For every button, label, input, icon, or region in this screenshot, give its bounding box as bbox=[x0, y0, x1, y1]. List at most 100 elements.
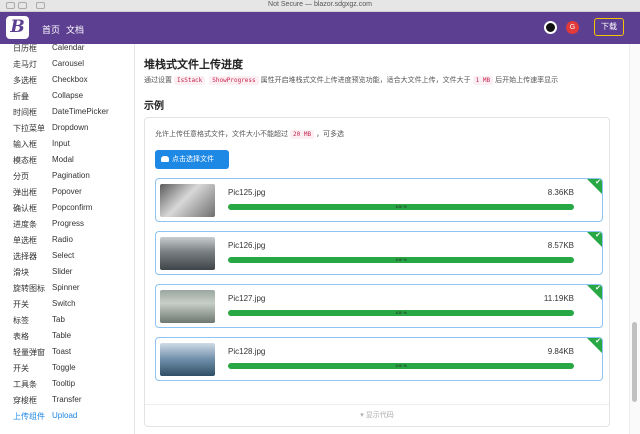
file-thumbnail bbox=[160, 343, 215, 376]
sidebar-item-label: 标签 bbox=[13, 316, 29, 325]
sidebar-item[interactable]: 进度条 Progress bbox=[0, 216, 135, 232]
sidebar-item-label: 工具条 bbox=[13, 380, 37, 389]
page-title: 堆栈式文件上传进度 bbox=[144, 59, 243, 71]
sidebar-item-label-en: Popconfirm bbox=[52, 203, 93, 212]
sidebar-item[interactable]: 折叠 Collapse bbox=[0, 88, 135, 104]
desc-text: 通过设置 bbox=[144, 77, 172, 84]
gitee-icon[interactable]: G bbox=[566, 21, 579, 34]
file-name: Pic127.jpg bbox=[228, 294, 266, 303]
sidebar: 日历框 Calendar 走马灯 Carousel 多选框 Checkbox 折叠 Colla… bbox=[0, 43, 135, 434]
sidebar-item-label: 多选框 bbox=[13, 76, 37, 85]
check-icon: ✔ bbox=[595, 285, 601, 292]
select-file-button[interactable]: 点击选择文件 bbox=[155, 150, 229, 169]
show-code-label: 显示代码 bbox=[365, 412, 394, 419]
address-bar[interactable]: Not Secure — blazor.sdgxgz.com bbox=[0, 1, 640, 8]
progress-text: 100 % bbox=[395, 363, 407, 368]
nav-docs-link[interactable]: 文档 bbox=[66, 23, 84, 36]
sidebar-item-label-en: Toggle bbox=[52, 363, 76, 372]
sidebar-item-label-en: Slider bbox=[52, 267, 73, 276]
sidebar-item-label: 输入框 bbox=[13, 140, 37, 149]
upload-file-item: Pic128.jpg 9.84KB 100 % ✔ bbox=[155, 337, 603, 381]
sidebar-item-label: 时间框 bbox=[13, 108, 37, 117]
file-size: 11.19KB bbox=[543, 294, 574, 303]
progress-text: 100 % bbox=[395, 204, 407, 209]
example-heading: 示例 bbox=[144, 101, 164, 112]
code-size: 1 MB bbox=[472, 76, 494, 85]
desc-text: 后开始上传速率显示 bbox=[495, 77, 559, 84]
sidebar-item-label: 弹出框 bbox=[13, 188, 37, 197]
sidebar-item-label-en: Checkbox bbox=[52, 75, 88, 84]
sidebar-item[interactable]: 弹出框 Popover bbox=[0, 184, 135, 200]
scrollbar-thumb[interactable] bbox=[632, 322, 637, 402]
sidebar-item-label: 开关 bbox=[13, 364, 29, 373]
sidebar-item-label-en: DateTimePicker bbox=[52, 107, 109, 116]
brand-logo[interactable]: B bbox=[6, 16, 29, 39]
sidebar-item-label-en: Modal bbox=[52, 155, 74, 164]
sidebar-item[interactable]: 选择器 Select bbox=[0, 248, 135, 264]
file-name: Pic126.jpg bbox=[228, 241, 266, 250]
upload-file-item: Pic125.jpg 8.36KB 100 % ✔ bbox=[155, 178, 603, 222]
sidebar-item[interactable]: 开关 Switch bbox=[0, 296, 135, 312]
sidebar-item-label: 日历框 bbox=[13, 44, 37, 53]
nav-home-link[interactable]: 首页 bbox=[42, 23, 60, 36]
sidebar-item[interactable]: 表格 Table bbox=[0, 328, 135, 344]
progress-text: 100 % bbox=[395, 310, 407, 315]
file-name: Pic128.jpg bbox=[228, 347, 266, 356]
sidebar-item-label: 轻量弹窗 bbox=[13, 348, 45, 357]
sidebar-item[interactable]: 单选框 Radio bbox=[0, 232, 135, 248]
sidebar-item[interactable]: 工具条 Tooltip bbox=[0, 376, 135, 392]
sidebar-item-label-en: Collapse bbox=[52, 91, 84, 100]
sidebar-item[interactable]: 开关 Toggle bbox=[0, 360, 135, 376]
file-thumbnail bbox=[160, 237, 215, 270]
sidebar-item-label: 分页 bbox=[13, 172, 29, 181]
sidebar-item-label: 滑块 bbox=[13, 268, 29, 277]
sidebar-item-label-en: Popover bbox=[52, 187, 82, 196]
sidebar-item-label: 确认框 bbox=[13, 204, 37, 213]
sidebar-item-label: 走马灯 bbox=[13, 60, 37, 69]
sidebar-item[interactable]: 确认框 Popconfirm bbox=[0, 200, 135, 216]
sidebar-item[interactable]: 分页 Pagination bbox=[0, 168, 135, 184]
sidebar-item[interactable]: 滑块 Slider bbox=[0, 264, 135, 280]
sidebar-item-label: 开关 bbox=[13, 300, 29, 309]
browser-toolbar: Not Secure — blazor.sdgxgz.com bbox=[0, 0, 640, 12]
sidebar-item[interactable]: 日历框 Calendar bbox=[0, 40, 135, 56]
sidebar-item-label-en: Carousel bbox=[52, 59, 85, 68]
sidebar-item-label: 选择器 bbox=[13, 252, 37, 261]
file-thumbnail bbox=[160, 184, 215, 217]
upload-file-item: Pic126.jpg 8.57KB 100 % ✔ bbox=[155, 231, 603, 275]
sidebar-item[interactable]: 上传组件 Upload bbox=[0, 408, 135, 424]
sidebar-item[interactable]: 标签 Tab bbox=[0, 312, 135, 328]
sidebar-item-label: 下拉菜单 bbox=[13, 124, 45, 133]
sidebar-item[interactable]: 时间框 DateTimePicker bbox=[0, 104, 135, 120]
code-isstack: IsStack bbox=[174, 76, 206, 85]
progress-text: 100 % bbox=[395, 257, 407, 262]
sidebar-item[interactable]: 输入框 Input bbox=[0, 136, 135, 152]
sidebar-item-label: 折叠 bbox=[13, 92, 29, 101]
page-description: 通过设置 IsStack ShowProgress 属性开启堆栈式文件上传进度预览功能… bbox=[144, 75, 558, 85]
sidebar-item-label-en: Pagination bbox=[52, 171, 90, 180]
cloud-upload-icon bbox=[161, 156, 169, 162]
file-name: Pic125.jpg bbox=[228, 188, 266, 197]
sidebar-item-label-en: Transfer bbox=[52, 395, 82, 404]
sidebar-item[interactable]: 旋转图标 Spinner bbox=[0, 280, 135, 296]
sidebar-item[interactable]: 模态框 Modal bbox=[0, 152, 135, 168]
code-showprogress: ShowProgress bbox=[209, 76, 259, 85]
sidebar-item-label-en: Select bbox=[52, 251, 75, 260]
sidebar-item-label-en: Progress bbox=[52, 219, 85, 228]
sidebar-item[interactable]: 走马灯 Carousel bbox=[0, 56, 135, 72]
sidebar-item[interactable]: 多选框 Checkbox bbox=[0, 72, 135, 88]
show-code-toggle[interactable]: ▾ 显示代码 bbox=[145, 404, 609, 426]
check-icon: ✔ bbox=[595, 338, 601, 345]
sidebar-item-label-en: Table bbox=[52, 331, 72, 340]
main-content: 堆栈式文件上传进度 通过设置 IsStack ShowProgress 属性开启堆栈式… bbox=[136, 44, 626, 434]
download-button[interactable]: 下载 bbox=[594, 18, 624, 36]
upload-file-item: Pic127.jpg 11.19KB 100 % ✔ bbox=[155, 284, 603, 328]
sidebar-item[interactable]: 下拉菜单 Dropdown bbox=[0, 120, 135, 136]
sidebar-item-label: 表格 bbox=[13, 332, 29, 341]
sidebar-item-label-en: Switch bbox=[52, 299, 76, 308]
sidebar-item[interactable]: 轻量弹窗 Toast bbox=[0, 344, 135, 360]
sidebar-item[interactable]: 穿梭框 Transfer bbox=[0, 392, 135, 408]
sidebar-item-label-en: Dropdown bbox=[52, 123, 89, 132]
check-icon: ✔ bbox=[595, 179, 601, 186]
github-icon[interactable] bbox=[544, 21, 557, 34]
